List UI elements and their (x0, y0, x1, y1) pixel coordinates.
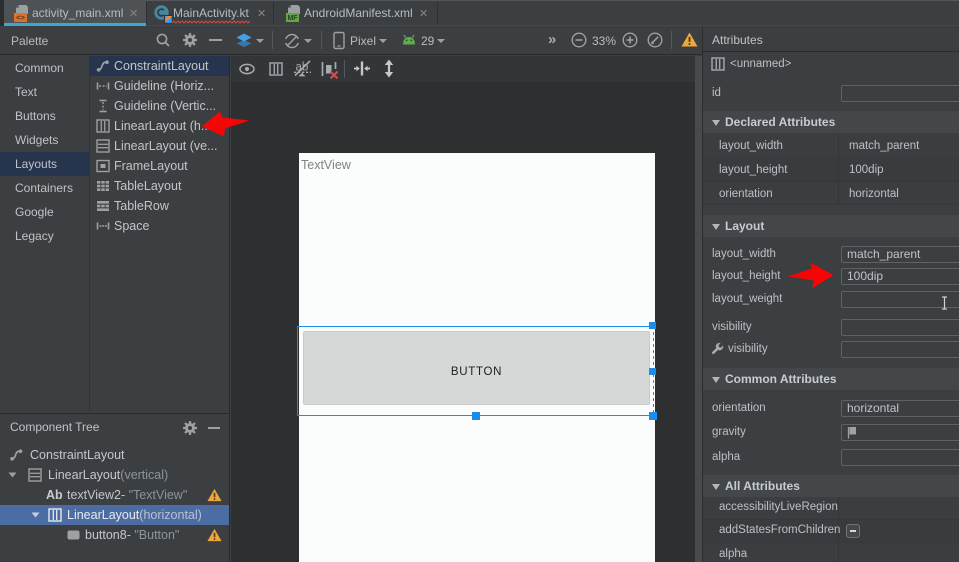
svg-text:MF: MF (287, 15, 298, 22)
svg-text:<>: <> (16, 13, 25, 22)
